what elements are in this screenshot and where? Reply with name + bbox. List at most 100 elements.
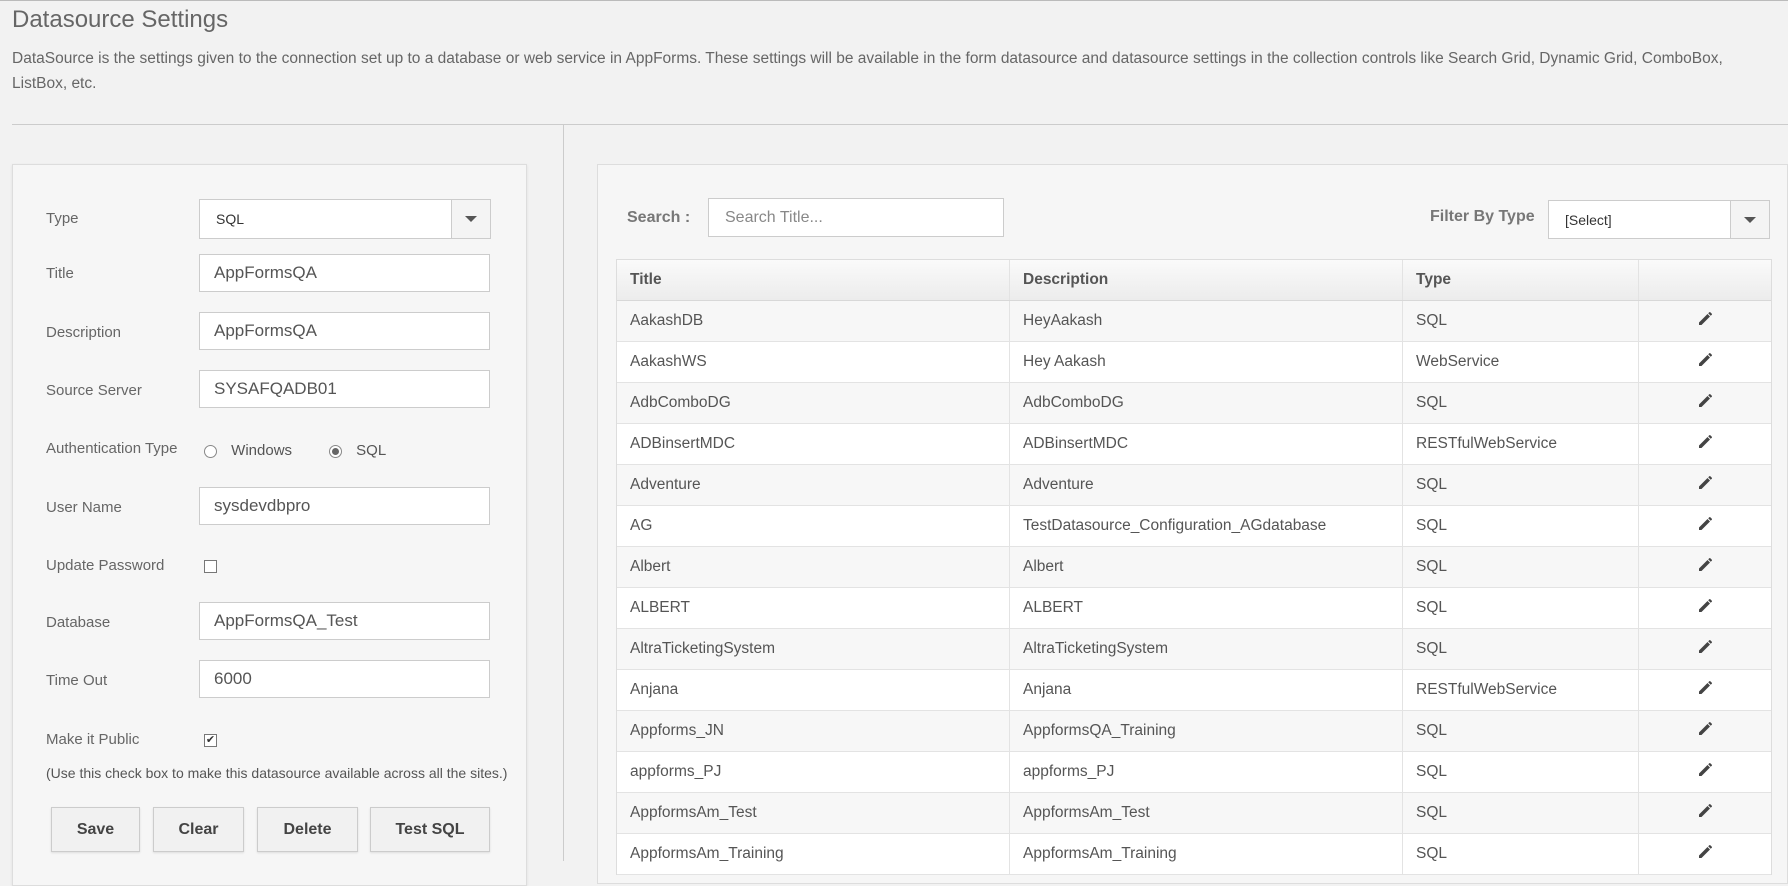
edit-pencil-icon[interactable] bbox=[1697, 762, 1713, 783]
make-public-checkbox[interactable]: ✔ bbox=[204, 734, 217, 747]
table-row[interactable]: ADBinsertMDC ADBinsertMDC RESTfulWebServic… bbox=[617, 424, 1771, 465]
edit-pencil-icon[interactable] bbox=[1697, 680, 1713, 701]
description-label: Description bbox=[46, 324, 122, 341]
cell-description: AppformsAm_Test bbox=[1010, 793, 1403, 833]
cell-description: Anjana bbox=[1010, 670, 1403, 710]
auth-windows-radio[interactable] bbox=[204, 444, 217, 458]
search-input[interactable]: Search Title... bbox=[708, 198, 1004, 237]
table-row[interactable]: Appforms_JN AppformsQA_Training SQL bbox=[617, 711, 1771, 752]
user-name-input[interactable]: sysdevdbpro bbox=[199, 487, 490, 525]
grid-body: AakashDB HeyAakash SQL AakashWS Hey Aakash We… bbox=[617, 301, 1771, 875]
table-row[interactable]: AG TestDatasource_Configuration_AGdatabas… bbox=[617, 506, 1771, 547]
source-server-label: Source Server bbox=[46, 382, 142, 399]
clear-button[interactable]: Clear bbox=[153, 807, 244, 852]
cell-type: SQL bbox=[1403, 834, 1639, 874]
table-row[interactable]: AppformsAm_Test AppformsAm_Test SQL bbox=[617, 793, 1771, 834]
cell-description: Adventure bbox=[1010, 465, 1403, 505]
edit-action-cell bbox=[1639, 834, 1771, 874]
cell-title: AakashDB bbox=[617, 301, 1010, 341]
cell-description: TestDatasource_Configuration_AGdatabase bbox=[1010, 506, 1403, 546]
description-input[interactable]: AppFormsQA bbox=[199, 312, 490, 350]
cell-title: Adventure bbox=[617, 465, 1010, 505]
checkmark-icon: ✔ bbox=[205, 734, 216, 746]
cell-type: WebService bbox=[1403, 342, 1639, 382]
cell-description: ADBinsertMDC bbox=[1010, 424, 1403, 464]
cell-title: AG bbox=[617, 506, 1010, 546]
table-row[interactable]: ALBERT ALBERT SQL bbox=[617, 588, 1771, 629]
edit-pencil-icon[interactable] bbox=[1697, 803, 1713, 824]
table-row[interactable]: AakashWS Hey Aakash WebService bbox=[617, 342, 1771, 383]
filter-type-value: [Select] bbox=[1565, 212, 1612, 228]
column-header-type[interactable]: Type bbox=[1403, 260, 1639, 300]
update-password-checkbox[interactable] bbox=[204, 560, 217, 573]
datasource-list-panel: Search : Search Title... Filter By Type … bbox=[597, 164, 1788, 884]
cell-type: SQL bbox=[1403, 629, 1639, 669]
filter-by-type-label: Filter By Type bbox=[1430, 208, 1535, 225]
cell-title: AdbComboDG bbox=[617, 383, 1010, 423]
edit-action-cell bbox=[1639, 342, 1771, 382]
page-description: DataSource is the settings given to the … bbox=[12, 50, 1723, 92]
caret-down-icon bbox=[465, 216, 477, 222]
cell-description: ALBERT bbox=[1010, 588, 1403, 628]
edit-pencil-icon[interactable] bbox=[1697, 639, 1713, 660]
type-select-value: SQL bbox=[216, 211, 245, 227]
cell-type: SQL bbox=[1403, 506, 1639, 546]
cell-type: RESTfulWebService bbox=[1403, 424, 1639, 464]
table-row[interactable]: AakashDB HeyAakash SQL bbox=[617, 301, 1771, 342]
edit-action-cell bbox=[1639, 547, 1771, 587]
edit-action-cell bbox=[1639, 506, 1771, 546]
type-label: Type bbox=[46, 210, 79, 227]
cell-description: AppformsAm_Training bbox=[1010, 834, 1403, 874]
test-sql-button[interactable]: Test SQL bbox=[370, 807, 490, 852]
edit-pencil-icon[interactable] bbox=[1697, 434, 1713, 455]
column-header-description[interactable]: Description bbox=[1010, 260, 1403, 300]
edit-pencil-icon[interactable] bbox=[1697, 557, 1713, 578]
edit-pencil-icon[interactable] bbox=[1697, 393, 1713, 414]
auth-sql-label: SQL bbox=[356, 442, 387, 459]
cell-description: AltraTicketingSystem bbox=[1010, 629, 1403, 669]
auth-windows-option[interactable]: Windows bbox=[204, 442, 292, 459]
make-public-note: (Use this check box to make this datasou… bbox=[46, 765, 508, 781]
table-row[interactable]: AltraTicketingSystem AltraTicketingSystem… bbox=[617, 629, 1771, 670]
table-row[interactable]: Anjana Anjana RESTfulWebService bbox=[617, 670, 1771, 711]
source-server-input[interactable]: SYSAFQADB01 bbox=[199, 370, 490, 408]
title-input[interactable]: AppFormsQA bbox=[199, 254, 490, 292]
type-dropdown-button[interactable] bbox=[451, 200, 490, 238]
cell-title: AppformsAm_Test bbox=[617, 793, 1010, 833]
edit-action-cell bbox=[1639, 588, 1771, 628]
delete-button[interactable]: Delete bbox=[257, 807, 358, 852]
auth-sql-radio[interactable] bbox=[329, 444, 342, 458]
cell-title: Albert bbox=[617, 547, 1010, 587]
cell-description: Hey Aakash bbox=[1010, 342, 1403, 382]
edit-pencil-icon[interactable] bbox=[1697, 516, 1713, 537]
table-row[interactable]: AppformsAm_Training AppformsAm_Training SQ… bbox=[617, 834, 1771, 875]
table-row[interactable]: Adventure Adventure SQL bbox=[617, 465, 1771, 506]
edit-pencil-icon[interactable] bbox=[1697, 844, 1713, 865]
update-password-label: Update Password bbox=[46, 557, 165, 574]
filter-dropdown-button[interactable] bbox=[1730, 201, 1769, 238]
cell-type: SQL bbox=[1403, 465, 1639, 505]
edit-action-cell bbox=[1639, 629, 1771, 669]
timeout-input[interactable]: 6000 bbox=[199, 660, 490, 698]
cell-type: SQL bbox=[1403, 752, 1639, 792]
edit-action-cell bbox=[1639, 424, 1771, 464]
save-button[interactable]: Save bbox=[51, 807, 140, 852]
edit-pencil-icon[interactable] bbox=[1697, 598, 1713, 619]
cell-title: AltraTicketingSystem bbox=[617, 629, 1010, 669]
top-border bbox=[0, 0, 1788, 1]
edit-action-cell bbox=[1639, 301, 1771, 341]
caret-down-icon bbox=[1744, 216, 1756, 223]
auth-sql-option[interactable]: SQL bbox=[329, 442, 386, 459]
column-header-title[interactable]: Title bbox=[617, 260, 1010, 300]
type-select[interactable]: SQL bbox=[199, 199, 491, 239]
cell-description: AppformsQA_Training bbox=[1010, 711, 1403, 751]
edit-pencil-icon[interactable] bbox=[1697, 352, 1713, 373]
table-row[interactable]: appforms_PJ appforms_PJ SQL bbox=[617, 752, 1771, 793]
filter-type-select[interactable]: [Select] bbox=[1548, 200, 1770, 239]
database-input[interactable]: AppFormsQA_Test bbox=[199, 602, 490, 640]
table-row[interactable]: AdbComboDG AdbComboDG SQL bbox=[617, 383, 1771, 424]
edit-pencil-icon[interactable] bbox=[1697, 311, 1713, 332]
table-row[interactable]: Albert Albert SQL bbox=[617, 547, 1771, 588]
edit-pencil-icon[interactable] bbox=[1697, 475, 1713, 496]
edit-pencil-icon[interactable] bbox=[1697, 721, 1713, 742]
